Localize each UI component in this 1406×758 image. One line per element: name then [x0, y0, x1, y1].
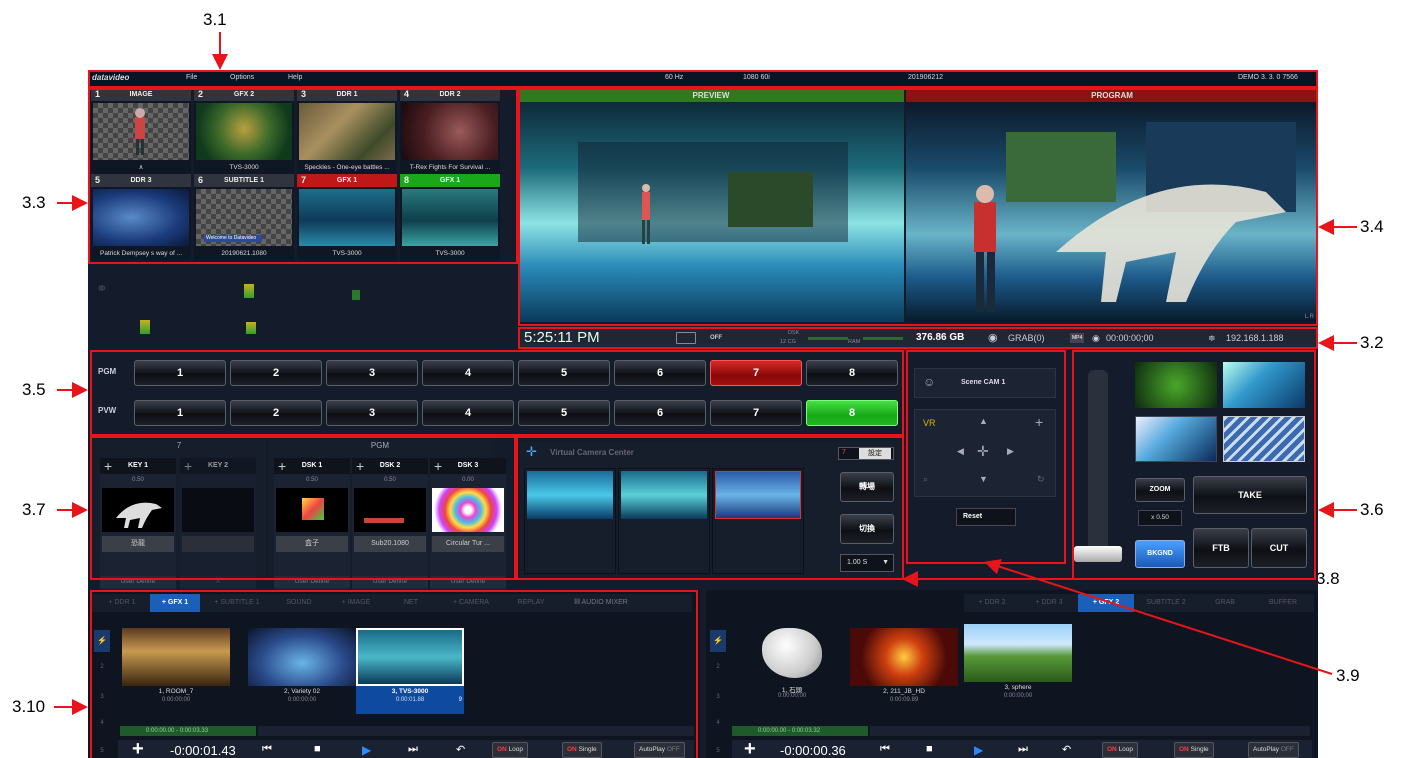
region-box-transition: [1072, 350, 1316, 580]
region-box-status: [518, 327, 1318, 349]
region-box-media: [90, 590, 698, 758]
region-box-monitors: [518, 88, 1318, 326]
region-box-ptz: [906, 350, 1066, 564]
region-box-switcher: [90, 350, 904, 436]
region-box-menu: [88, 70, 1318, 88]
page: { "callouts": { "c31": "3.1", "c33": "3.…: [0, 0, 1406, 758]
region-box-sources: [88, 88, 518, 264]
region-box-keys: [90, 436, 516, 580]
region-box-vcam: [516, 436, 904, 580]
